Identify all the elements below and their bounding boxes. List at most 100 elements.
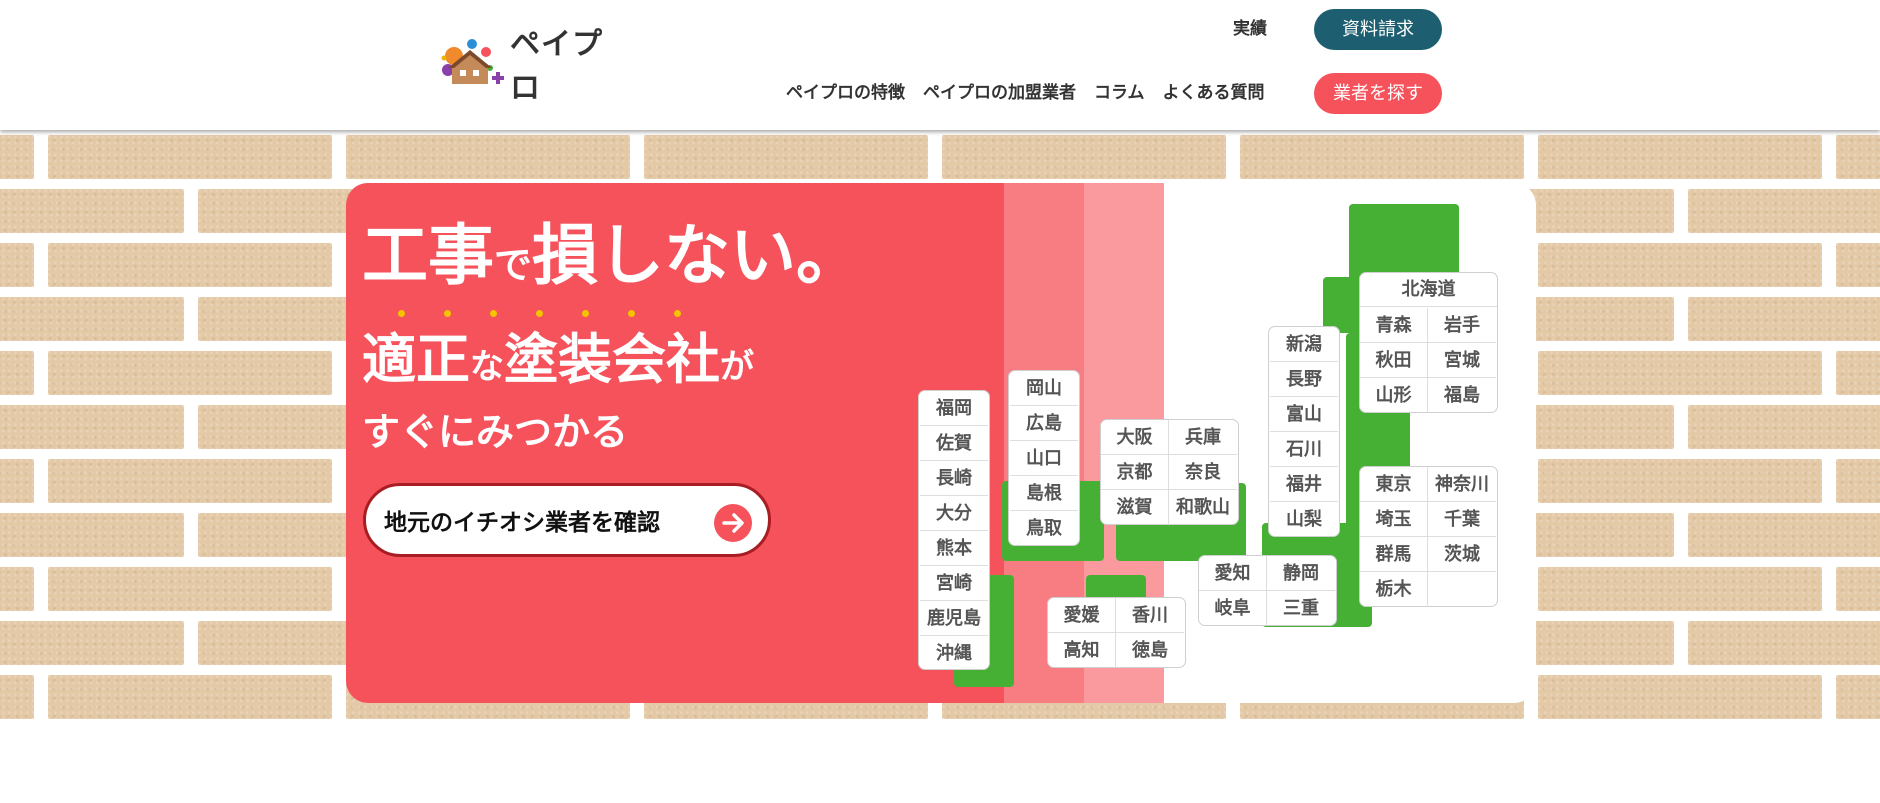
headline-part: 工事 [362, 217, 494, 294]
pref-link[interactable]: 高知 [1048, 633, 1116, 668]
brick [48, 135, 332, 179]
pref-link[interactable]: 香川 [1116, 598, 1184, 633]
pref-link[interactable]: 群馬 [1360, 537, 1428, 572]
nav-item-column[interactable]: コラム [1094, 78, 1145, 108]
subheadline-part: な [470, 347, 504, 387]
brick [1836, 243, 1880, 287]
brick [48, 675, 332, 719]
pref-link[interactable]: 鹿児島 [920, 601, 988, 636]
pref-link[interactable]: 大分 [920, 496, 988, 531]
find-contractor-button[interactable]: 業者を探す [1314, 73, 1442, 114]
brick [1538, 351, 1822, 395]
pref-link[interactable]: 東京 [1360, 467, 1428, 502]
brick [1836, 675, 1880, 719]
logo-text: ペイプロ [510, 27, 603, 106]
main-nav: ペイプロの特徴 ペイプロの加盟業者 コラム よくある質問 [786, 78, 1265, 108]
pref-link-hokkaido[interactable]: 北海道 [1360, 273, 1497, 307]
brick [1538, 459, 1822, 503]
site-logo[interactable]: ペイプロ [440, 27, 630, 106]
nav-item-features[interactable]: ペイプロの特徴 [786, 78, 905, 108]
nav-item-members[interactable]: ペイプロの加盟業者 [923, 78, 1076, 108]
brick [0, 189, 184, 233]
pref-link[interactable]: 岡山 [1010, 371, 1078, 406]
cta-label: 地元のイチオシ業者を確認 [384, 510, 660, 536]
pref-link[interactable]: 秋田 [1360, 343, 1428, 378]
pref-link[interactable]: 岩手 [1428, 308, 1496, 343]
pref-link[interactable]: 福岡 [920, 391, 988, 426]
brick [0, 567, 34, 611]
brick [48, 243, 332, 287]
pref-link[interactable]: 山梨 [1270, 502, 1338, 537]
brick [942, 135, 1226, 179]
brick [48, 351, 332, 395]
pref-link[interactable]: 宮城 [1428, 343, 1496, 378]
hero-tagline: すぐにみつかる [362, 410, 629, 454]
nav-item-faq[interactable]: よくある質問 [1163, 78, 1265, 108]
pref-link[interactable]: 栃木 [1360, 572, 1428, 607]
brick [1836, 135, 1880, 179]
hero-card: 工事で損しない。 適正な塗装会社が すぐにみつかる 地元のイチオシ業者を確認 福… [346, 183, 1536, 703]
pref-link[interactable]: 青森 [1360, 308, 1428, 343]
hero-subheadline: 適正な塗装会社が [362, 315, 754, 394]
find-local-contractor-button[interactable]: 地元のイチオシ業者を確認 [363, 483, 771, 557]
pref-link[interactable]: 和歌山 [1169, 490, 1237, 525]
brick [1688, 621, 1880, 665]
headline-part: で [494, 243, 533, 287]
pref-link[interactable]: 熊本 [920, 531, 988, 566]
pref-link[interactable]: 長崎 [920, 461, 988, 496]
pref-link[interactable]: 奈良 [1169, 455, 1237, 490]
brick [48, 567, 332, 611]
pref-link[interactable]: 岐阜 [1199, 591, 1267, 626]
region-shikoku: 愛媛 香川 高知 徳島 [1047, 597, 1186, 668]
pref-link[interactable]: 長野 [1270, 362, 1338, 397]
pref-link[interactable]: 富山 [1270, 397, 1338, 432]
subheadline-part: 塗装会社 [504, 328, 720, 391]
pref-link[interactable]: 鳥取 [1010, 511, 1078, 546]
pref-link[interactable]: 山口 [1010, 441, 1078, 476]
region-chugoku: 岡山 広島 山口 島根 鳥取 [1008, 370, 1080, 546]
pref-link[interactable]: 佐賀 [920, 426, 988, 461]
brick [1538, 135, 1822, 179]
pref-link[interactable]: 大阪 [1101, 420, 1169, 455]
request-materials-button[interactable]: 資料請求 [1314, 9, 1442, 50]
region-kanto: 東京 神奈川 埼玉 千葉 群馬 茨城 栃木 [1359, 466, 1498, 607]
pref-link[interactable]: 沖縄 [920, 636, 988, 671]
brick [0, 675, 34, 719]
brick [1836, 351, 1880, 395]
brick [0, 243, 34, 287]
pref-link[interactable]: 茨城 [1428, 537, 1496, 572]
brick [0, 459, 34, 503]
pref-link[interactable]: 神奈川 [1428, 467, 1496, 502]
region-tohoku: 北海道 青森 岩手 秋田 宮城 山形 福島 [1359, 272, 1498, 413]
pref-link[interactable]: 島根 [1010, 476, 1078, 511]
brick [1688, 297, 1880, 341]
region-kyushu: 福岡 佐賀 長崎 大分 熊本 宮崎 鹿児島 沖縄 [918, 390, 990, 670]
brick [0, 621, 184, 665]
pref-link[interactable]: 宮崎 [920, 566, 988, 601]
subheadline-part: が [720, 347, 754, 387]
pref-link[interactable]: 福島 [1428, 378, 1496, 413]
brick [1688, 513, 1880, 557]
pref-link[interactable]: 滋賀 [1101, 490, 1169, 525]
pref-link[interactable]: 愛知 [1199, 556, 1267, 591]
pref-link[interactable]: 静岡 [1267, 556, 1335, 591]
results-link[interactable]: 実績 [1224, 14, 1276, 44]
pref-link[interactable]: 埼玉 [1360, 502, 1428, 537]
pref-link[interactable]: 徳島 [1116, 633, 1184, 668]
region-hokuriku: 新潟 長野 富山 石川 福井 山梨 [1268, 326, 1340, 537]
brick [48, 459, 332, 503]
brick [0, 513, 184, 557]
brick [346, 135, 630, 179]
pref-link[interactable]: 兵庫 [1169, 420, 1237, 455]
pref-link[interactable]: 石川 [1270, 432, 1338, 467]
pref-link[interactable]: 広島 [1010, 406, 1078, 441]
pref-link[interactable]: 千葉 [1428, 502, 1496, 537]
pref-link[interactable]: 福井 [1270, 467, 1338, 502]
pref-link[interactable]: 新潟 [1270, 327, 1338, 362]
pref-link[interactable]: 三重 [1267, 591, 1335, 626]
pref-link[interactable]: 京都 [1101, 455, 1169, 490]
pref-link[interactable]: 愛媛 [1048, 598, 1116, 633]
headline-part: 損しない。 [532, 217, 863, 294]
pref-link[interactable]: 山形 [1360, 378, 1428, 413]
arrow-right-icon [714, 504, 752, 542]
